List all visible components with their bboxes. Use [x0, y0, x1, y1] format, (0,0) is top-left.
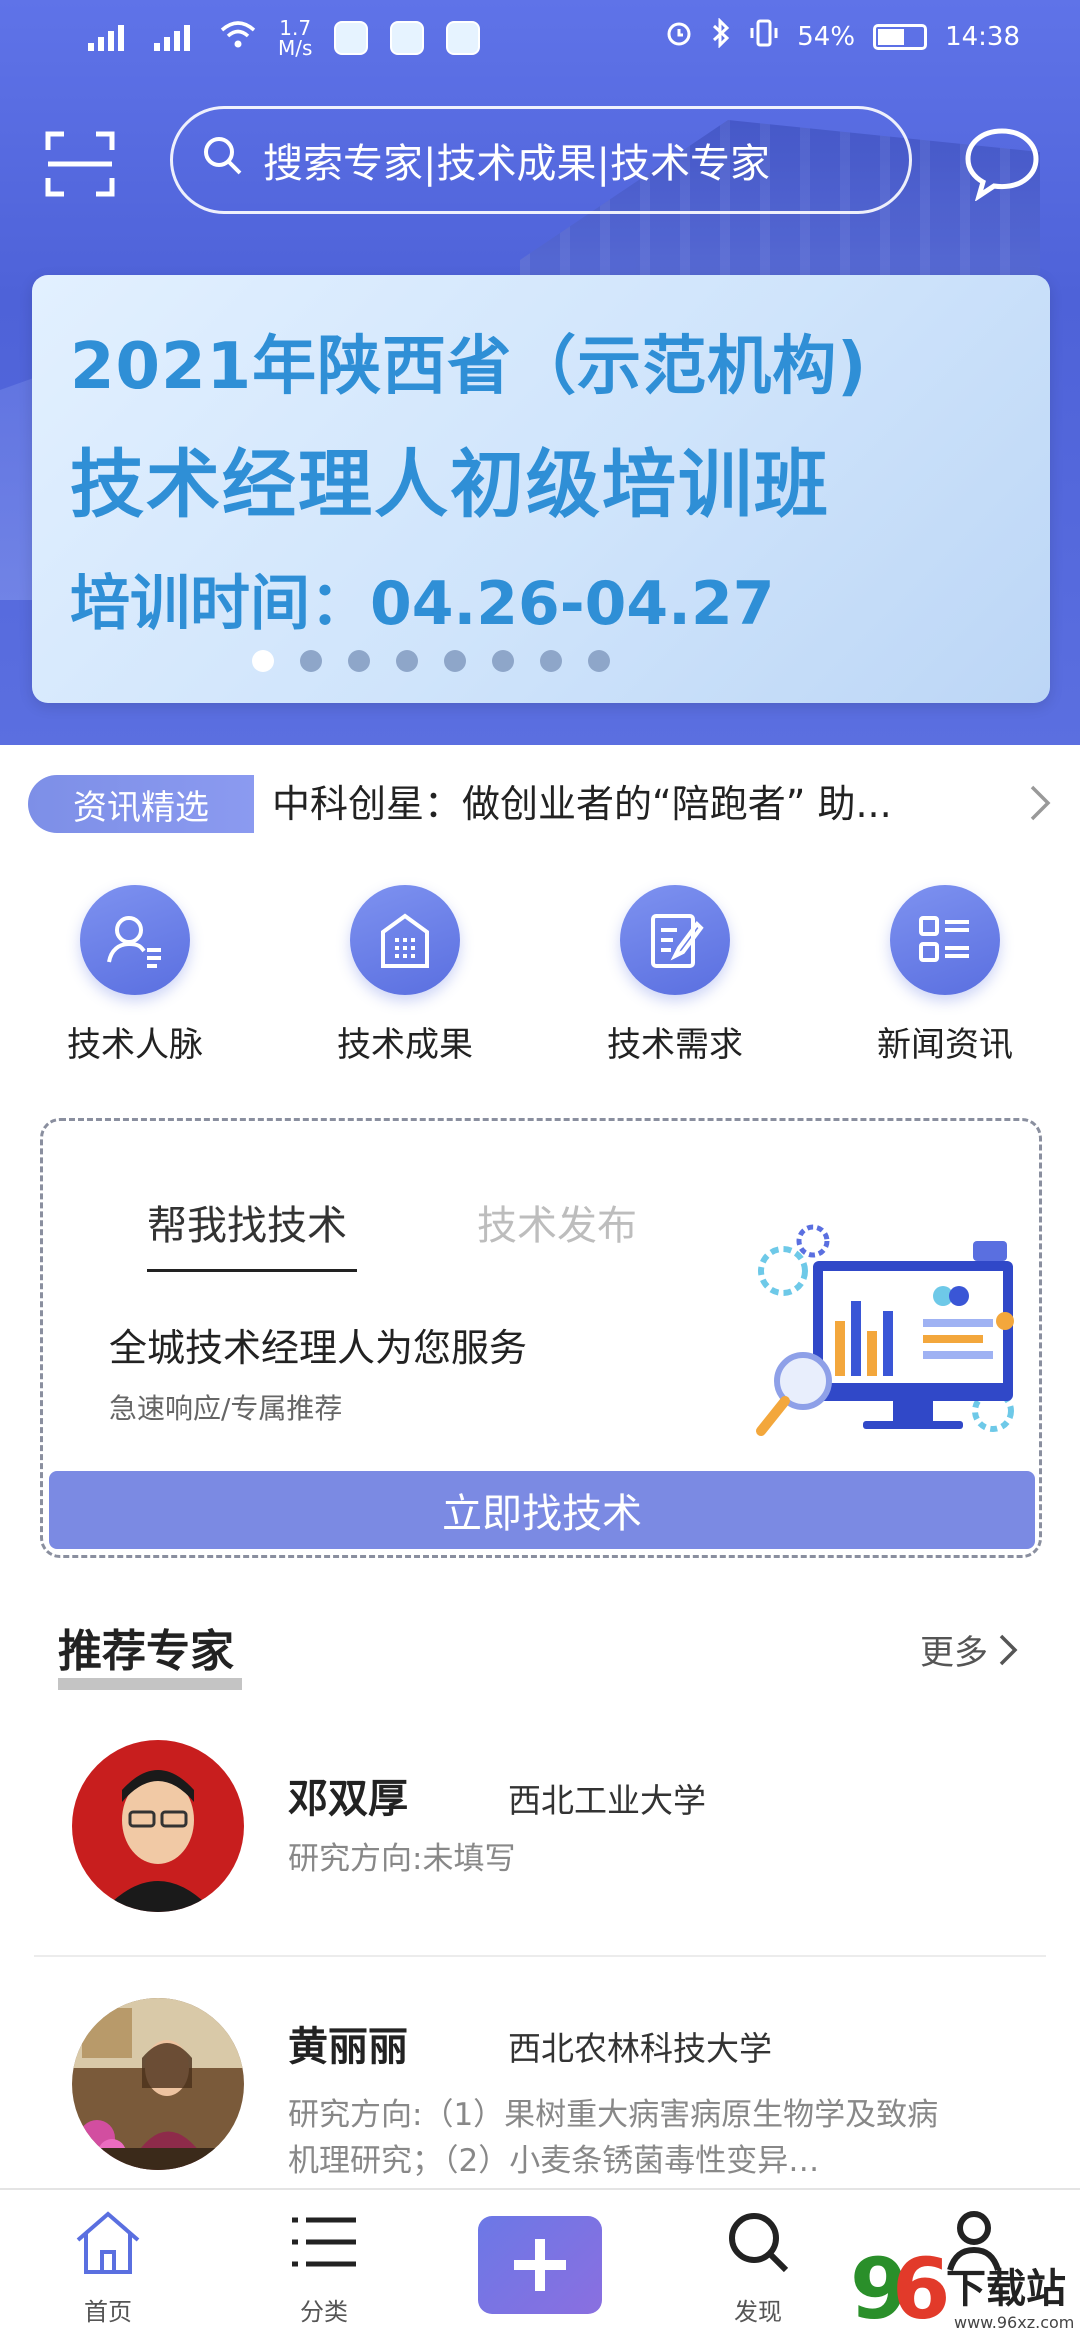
carousel-dot[interactable]	[300, 650, 322, 672]
search-icon	[729, 2213, 789, 2273]
carousel-dot[interactable]	[588, 650, 610, 672]
svg-text:6: 6	[892, 2240, 950, 2338]
avatar	[72, 1740, 244, 1912]
network-speed: 1.7 M/s	[278, 16, 313, 60]
hero-header: 1.7 M/s 54% 14:38 搜索专家|技术成果|技术专家 2021年陕西…	[0, 0, 1080, 745]
carousel-indicator[interactable]	[252, 650, 610, 672]
chevron-right-icon[interactable]	[1028, 783, 1052, 827]
edit-note-icon	[620, 885, 730, 995]
quick-link-tech-demand[interactable]: 技术需求	[540, 880, 810, 1090]
carousel-dot[interactable]	[348, 650, 370, 672]
nav-home[interactable]: 首页	[38, 2208, 178, 2327]
search-icon	[201, 134, 263, 186]
divider	[34, 1955, 1046, 1957]
analytics-illustration	[743, 1211, 1033, 1451]
battery-icon	[873, 23, 928, 50]
find-tech-button[interactable]: 立即找技术	[49, 1471, 1035, 1549]
clock: 14:38	[945, 21, 1020, 52]
quick-link-news[interactable]: 新闻资讯	[810, 880, 1080, 1090]
signal-icon	[154, 23, 198, 53]
expert-field: 研究方向:（1）果树重大病害病原生物学及致病机理研究；（2）小麦条锈菌毒性变异…	[288, 2097, 939, 2179]
status-bar: 1.7 M/s 54% 14:38	[0, 0, 1080, 80]
vibrate-icon	[749, 18, 779, 55]
nav-discover[interactable]: 发现	[688, 2208, 828, 2327]
news-ticker[interactable]: 资讯精选 中科创星：做创业者的“陪跑者” 助...	[0, 745, 1080, 865]
carousel-dot[interactable]	[252, 650, 274, 672]
card-subtext: 急速响应/专属推荐	[109, 1392, 343, 1425]
tab-publish-tech[interactable]: 技术发布	[477, 1193, 637, 1251]
carousel-dot[interactable]	[396, 650, 418, 672]
battery-percent: 54%	[797, 21, 856, 52]
building-icon	[350, 885, 460, 995]
wifi-icon	[220, 20, 256, 57]
expert-card[interactable]: 黄丽丽 西北农林科技大学 研究方向:（1）果树重大病害病原生物学及致病机理研究；…	[0, 1998, 1080, 2198]
card-headline: 全城技术经理人为您服务	[109, 1326, 528, 1370]
search-input[interactable]: 搜索专家|技术成果|技术专家	[170, 106, 912, 214]
tab-find-tech[interactable]: 帮我找技术	[147, 1193, 347, 1251]
expert-field: 研究方向:未填写	[288, 1841, 516, 1877]
carousel-dot[interactable]	[540, 650, 562, 672]
promo-banner[interactable]: 2021年陕西省（示范机构) 技术经理人初级培训班 培训时间：04.26-04.…	[32, 275, 1050, 703]
nav-label: 首页	[84, 2298, 132, 2326]
quick-link-label: 技术人脉	[67, 1025, 203, 1065]
expert-card[interactable]: 邓双厚 西北工业大学 研究方向:未填写	[0, 1740, 1080, 1940]
banner-line-3: 培训时间：04.26-04.27	[70, 569, 775, 639]
carousel-dot[interactable]	[492, 650, 514, 672]
quick-links: 技术人脉 技术成果 技术需求 新闻资讯	[0, 880, 1080, 1090]
news-tag: 资讯精选	[28, 775, 254, 833]
scan-icon[interactable]	[44, 128, 116, 200]
more-link[interactable]: 更多	[920, 1625, 1018, 1674]
alarm-icon	[665, 19, 693, 54]
nav-label: 分类	[300, 2298, 348, 2326]
banner-line-1: 2021年陕西省（示范机构)	[70, 330, 868, 404]
chevron-right-icon	[999, 1634, 1018, 1665]
notification-app-icon	[390, 21, 425, 55]
quick-link-tech-results[interactable]: 技术成果	[270, 880, 540, 1090]
list-icon	[890, 885, 1000, 995]
find-tech-card: 帮我找技术 技术发布 全城技术经理人为您服务 急速响应/专属推荐 立即找技术	[40, 1118, 1042, 1558]
nav-add-button[interactable]	[478, 2216, 602, 2314]
nav-label: 发现	[734, 2298, 782, 2326]
menu-icon	[292, 2217, 356, 2267]
home-icon	[76, 2211, 140, 2274]
search-placeholder: 搜索专家|技术成果|技术专家	[263, 141, 770, 187]
avatar	[72, 1998, 244, 2170]
bluetooth-icon	[711, 17, 731, 55]
quick-link-label: 新闻资讯	[877, 1025, 1013, 1065]
expert-university: 西北农林科技大学	[508, 2029, 772, 2068]
svg-text:下载站: 下载站	[946, 2266, 1066, 2312]
quick-link-label: 技术需求	[607, 1025, 743, 1065]
watermark-logo: 9 6 下载站 www.96xz.com	[850, 2240, 1080, 2340]
plus-icon	[514, 2239, 566, 2291]
active-tab-underline	[147, 1269, 357, 1272]
quick-link-tech-contacts[interactable]: 技术人脉	[0, 880, 270, 1090]
notification-app-icon	[334, 21, 369, 55]
signal-icon	[88, 23, 132, 53]
section-title: 推荐专家	[58, 1626, 234, 1677]
contact-icon	[80, 885, 190, 995]
quick-link-label: 技术成果	[337, 1025, 473, 1065]
banner-line-2: 技术经理人初级培训班	[70, 442, 830, 528]
nav-category[interactable]: 分类	[254, 2208, 394, 2327]
carousel-dot[interactable]	[444, 650, 466, 672]
expert-name: 邓双厚	[288, 1776, 408, 1822]
notification-app-icon	[446, 21, 481, 55]
expert-university: 西北工业大学	[508, 1781, 706, 1820]
chat-icon[interactable]	[962, 125, 1042, 202]
news-headline[interactable]: 中科创星：做创业者的“陪跑者” 助...	[272, 775, 972, 833]
more-label: 更多	[920, 1633, 988, 1673]
svg-text:www.96xz.com: www.96xz.com	[954, 2313, 1074, 2332]
section-title-underline	[58, 1678, 242, 1690]
expert-name: 黄丽丽	[288, 2024, 408, 2070]
